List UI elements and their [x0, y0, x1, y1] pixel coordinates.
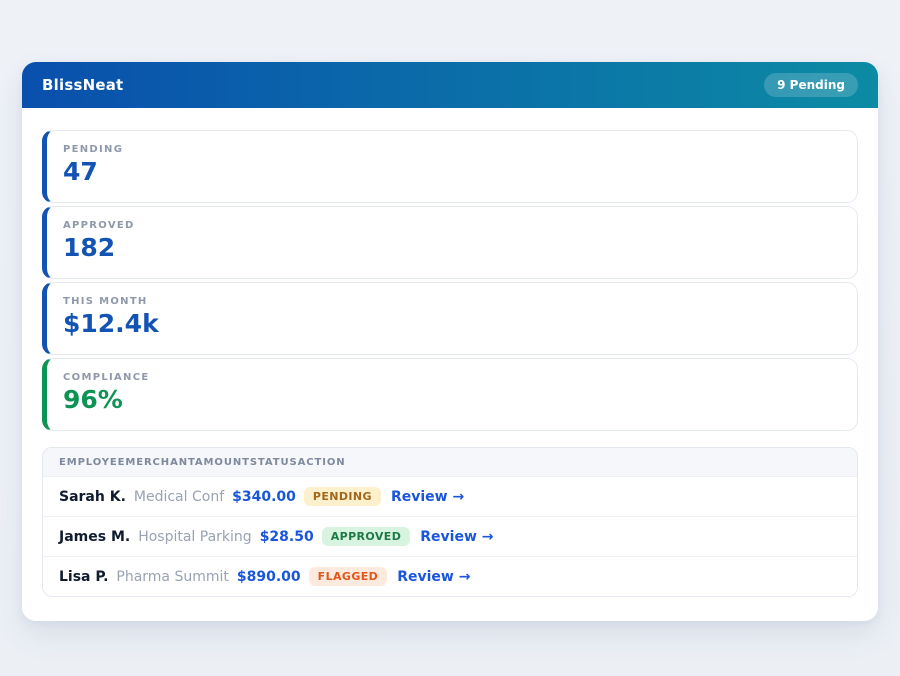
- merchant-name: Hospital Parking: [138, 529, 251, 545]
- stat-card-approved: APPROVED 182: [42, 206, 858, 279]
- stat-value: 182: [63, 234, 841, 262]
- expense-table: EMPLOYEEMERCHANTAMOUNTSTATUSACTION Sarah…: [42, 447, 858, 597]
- expense-amount: $890.00: [237, 569, 301, 585]
- review-link[interactable]: Review →: [420, 529, 493, 545]
- employee-name: Sarah K.: [59, 489, 126, 505]
- expense-amount: $28.50: [260, 529, 314, 545]
- table-header-row: EMPLOYEEMERCHANTAMOUNTSTATUSACTION: [43, 448, 857, 476]
- table-row: James M. Hospital Parking $28.50 APPROVED Re…: [43, 516, 857, 556]
- app-title: BlissNeat: [42, 76, 123, 94]
- column-header-merchant: MERCHANT: [125, 457, 195, 468]
- review-link[interactable]: Review →: [391, 489, 464, 505]
- merchant-name: Pharma Summit: [116, 569, 229, 585]
- review-link[interactable]: Review →: [397, 569, 470, 585]
- stat-label: COMPLIANCE: [63, 372, 841, 383]
- employee-name: Lisa P.: [59, 569, 108, 585]
- stat-label: THIS MONTH: [63, 296, 841, 307]
- column-header-status: STATUS: [250, 457, 298, 468]
- app-header: BlissNeat 9 Pending: [22, 62, 878, 108]
- column-header-employee: EMPLOYEE: [59, 457, 125, 468]
- status-badge: PENDING: [304, 487, 381, 506]
- stat-card-pending: PENDING 47: [42, 130, 858, 203]
- stat-value: 96%: [63, 386, 841, 414]
- stat-card-this-month: THIS MONTH $12.4k: [42, 282, 858, 355]
- stat-label: APPROVED: [63, 220, 841, 231]
- dashboard-card: BlissNeat 9 Pending PENDING 47 APPROVED 182…: [22, 62, 878, 621]
- stat-label: PENDING: [63, 144, 841, 155]
- employee-name: James M.: [59, 529, 130, 545]
- status-badge: FLAGGED: [309, 567, 388, 586]
- table-row: Lisa P. Pharma Summit $890.00 FLAGGED Review…: [43, 556, 857, 596]
- dashboard-body: PENDING 47 APPROVED 182 THIS MONTH $12.4k COMP…: [22, 108, 878, 621]
- table-row: Sarah K. Medical Conf $340.00 PENDING Review…: [43, 476, 857, 516]
- stat-value: 47: [63, 158, 841, 186]
- column-header-amount: AMOUNT: [195, 457, 250, 468]
- column-header-action: ACTION: [298, 457, 346, 468]
- stat-cards: PENDING 47 APPROVED 182 THIS MONTH $12.4k COMP…: [42, 130, 858, 431]
- stat-card-compliance: COMPLIANCE 96%: [42, 358, 858, 431]
- table-rows: Sarah K. Medical Conf $340.00 PENDING Review…: [43, 476, 857, 596]
- merchant-name: Medical Conf: [134, 489, 224, 505]
- pending-count-badge: 9 Pending: [764, 73, 858, 97]
- stat-value: $12.4k: [63, 310, 841, 338]
- expense-amount: $340.00: [232, 489, 296, 505]
- status-badge: APPROVED: [322, 527, 411, 546]
